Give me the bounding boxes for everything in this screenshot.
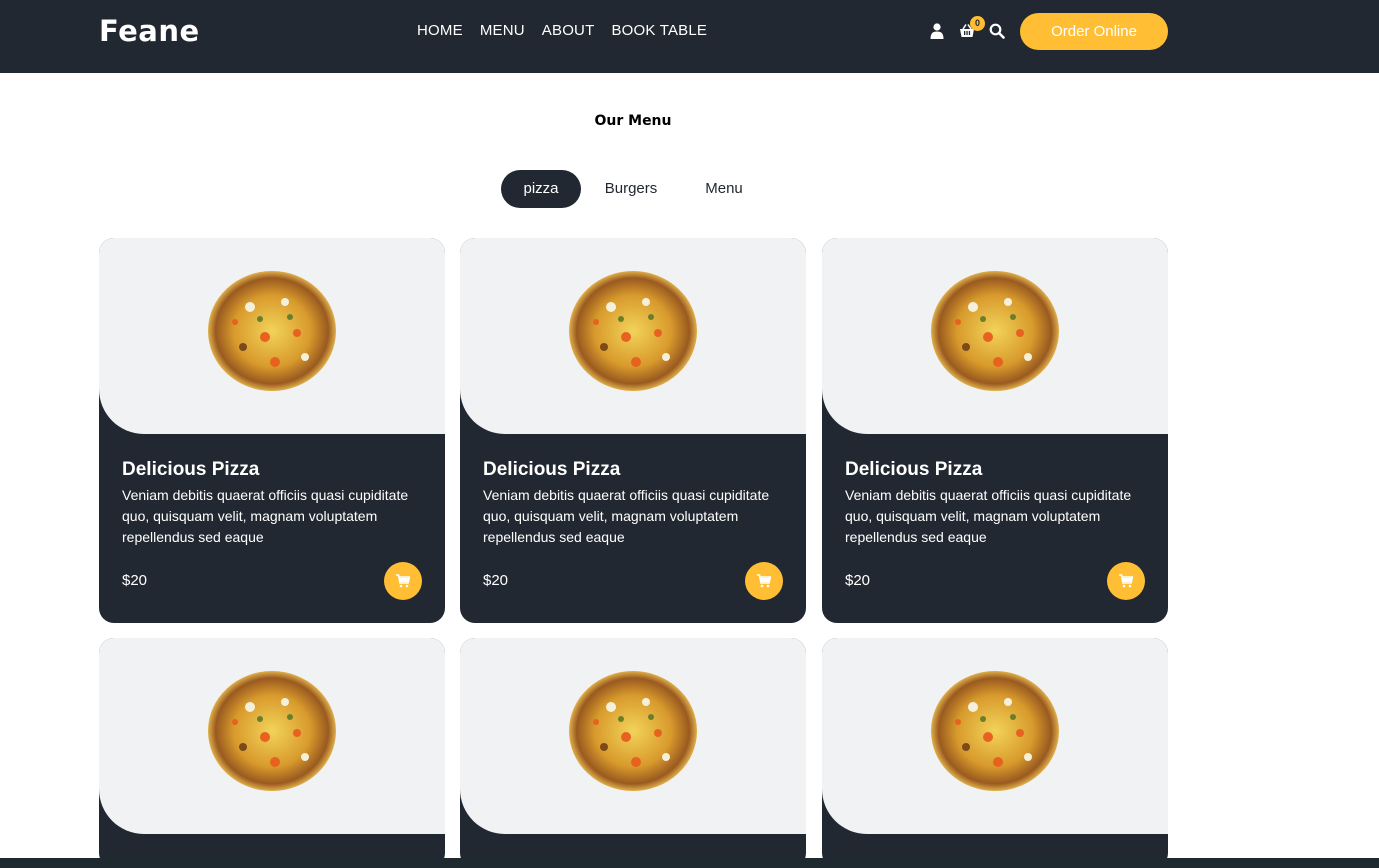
pizza-image xyxy=(569,271,697,391)
menu-card xyxy=(822,638,1168,868)
filter-pizza[interactable]: pizza xyxy=(501,170,581,208)
card-image-area xyxy=(460,238,806,434)
cart-icon xyxy=(396,574,410,588)
cart-count-badge: 0 xyxy=(970,16,985,31)
card-price: $20 xyxy=(122,572,148,589)
card-image-area xyxy=(822,238,1168,434)
card-title: Delicious Pizza xyxy=(483,459,621,480)
taskbar-strip xyxy=(0,858,1379,868)
filter-menu[interactable]: Menu xyxy=(684,170,764,208)
logo[interactable]: Feane xyxy=(99,14,200,48)
add-to-cart-button[interactable] xyxy=(384,562,422,600)
card-image-area xyxy=(99,238,445,434)
nav-menu[interactable]: MENU xyxy=(480,22,525,39)
pizza-image xyxy=(208,271,336,391)
nav-home[interactable]: HOME xyxy=(417,22,463,39)
pizza-image xyxy=(931,271,1059,391)
cart-icon xyxy=(1119,574,1133,588)
pizza-image xyxy=(931,671,1059,791)
section-title: Our Menu xyxy=(594,113,672,129)
card-description: Veniam debitis quaerat officiis quasi cu… xyxy=(845,487,1132,545)
card-image-area xyxy=(822,638,1168,834)
menu-card: Delicious Pizza Veniam debitis quaerat o… xyxy=(460,238,806,623)
card-image-area xyxy=(460,638,806,834)
menu-card: Delicious Pizza Veniam debitis quaerat o… xyxy=(822,238,1168,623)
card-description: Veniam debitis quaerat officiis quasi cu… xyxy=(483,487,770,545)
pizza-image xyxy=(208,671,336,791)
nav-about[interactable]: ABOUT xyxy=(542,22,595,39)
card-title: Delicious Pizza xyxy=(122,459,260,480)
card-image-area xyxy=(99,638,445,834)
card-price: $20 xyxy=(845,572,871,589)
cart-icon xyxy=(757,574,771,588)
add-to-cart-button[interactable] xyxy=(1107,562,1145,600)
card-description: Veniam debitis quaerat officiis quasi cu… xyxy=(122,487,409,545)
user-icon[interactable] xyxy=(930,23,944,39)
search-icon[interactable] xyxy=(989,23,1005,39)
main-nav: HOME MENU ABOUT BOOK TABLE xyxy=(417,22,707,39)
add-to-cart-button[interactable] xyxy=(745,562,783,600)
menu-card: Delicious Pizza Veniam debitis quaerat o… xyxy=(99,238,445,623)
menu-card xyxy=(460,638,806,868)
menu-card xyxy=(99,638,445,868)
card-price: $20 xyxy=(483,572,509,589)
card-title: Delicious Pizza xyxy=(845,459,983,480)
pizza-image xyxy=(569,671,697,791)
site-header: Feane HOME MENU ABOUT BOOK TABLE 0 Order… xyxy=(0,0,1379,73)
order-online-button[interactable]: Order Online xyxy=(1020,13,1168,50)
nav-book-table[interactable]: BOOK TABLE xyxy=(611,22,707,39)
filter-burgers[interactable]: Burgers xyxy=(591,170,671,208)
